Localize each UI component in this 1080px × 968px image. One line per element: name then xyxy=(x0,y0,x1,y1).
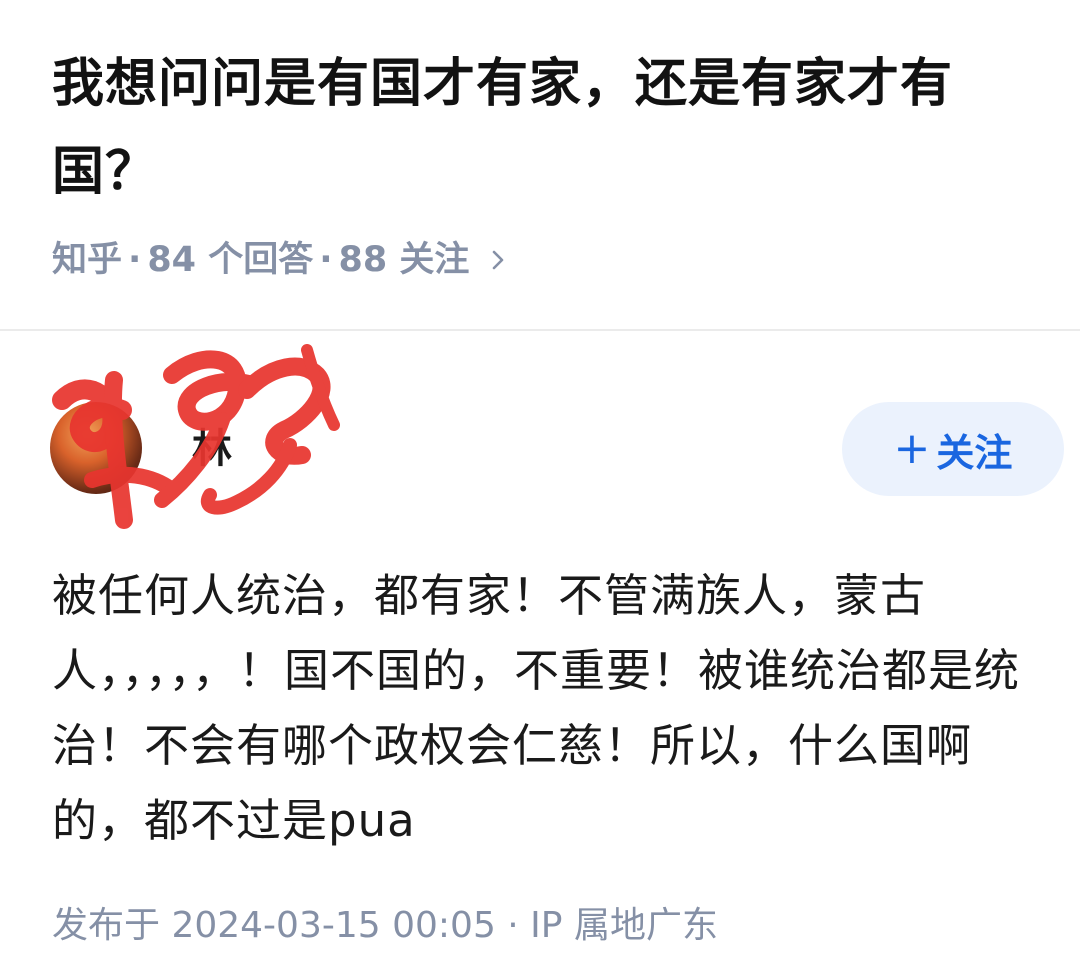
answer-publish-meta: 发布于 2024-03-15 00:05 · IP 属地广东 xyxy=(52,905,718,946)
question-title[interactable]: 我想问问是有国才有家，还是有家才有国？ xyxy=(52,40,1052,216)
plus-icon: + xyxy=(893,423,931,474)
user-avatar[interactable] xyxy=(50,402,142,494)
follow-button-label: 关注 xyxy=(936,430,1013,475)
follower-count: 88 关注 xyxy=(338,240,470,280)
section-divider xyxy=(0,329,1080,331)
question-source: 知乎 xyxy=(52,240,123,280)
answer-content[interactable]: 被任何人统治，都有家！不管满族人，蒙古人，，，，，！国不国的，不重要！被谁统治都… xyxy=(52,558,1042,858)
question-header: 我想问问是有国才有家，还是有家才有国？ 知乎 · 84 个回答 · 88 关注 xyxy=(52,40,1052,282)
author-name[interactable]: 林 xyxy=(192,424,232,474)
answer-author-row: 林 + 关注 xyxy=(50,402,1064,496)
chevron-right-icon xyxy=(493,250,504,270)
meta-separator: · xyxy=(128,240,142,280)
meta-separator: · xyxy=(319,240,333,280)
question-meta[interactable]: 知乎 · 84 个回答 · 88 关注 xyxy=(52,238,1052,282)
answer-count: 84 个回答 xyxy=(147,240,314,280)
follow-button[interactable]: + 关注 xyxy=(842,402,1064,496)
